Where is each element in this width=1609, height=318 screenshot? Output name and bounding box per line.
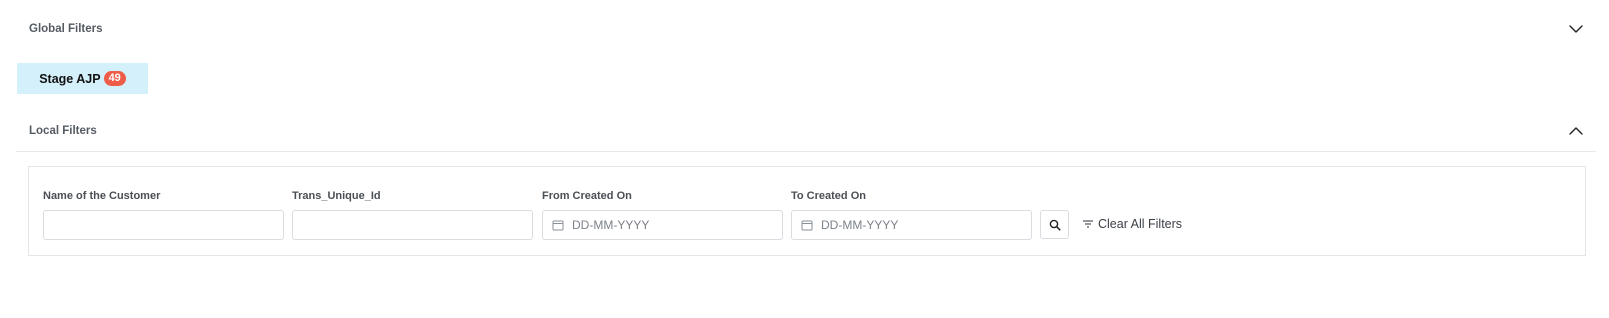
customer-name-input[interactable] — [53, 218, 274, 232]
to-created-on-input-box[interactable] — [791, 210, 1032, 240]
stage-chip[interactable]: Stage AJP 49 — [17, 63, 148, 94]
calendar-icon[interactable] — [801, 219, 813, 231]
customer-name-label: Name of the Customer — [43, 190, 161, 202]
section-divider — [16, 151, 1596, 152]
from-created-on-filter: From Created On — [542, 189, 783, 240]
customer-name-input-box[interactable] — [43, 210, 284, 240]
from-created-on-label: From Created On — [542, 190, 632, 202]
local-filters-title: Local Filters — [29, 125, 97, 137]
trans-unique-id-input-box[interactable] — [292, 210, 533, 240]
search-icon — [1049, 219, 1061, 231]
calendar-icon[interactable] — [552, 219, 564, 231]
from-created-on-input[interactable] — [572, 218, 773, 232]
trans-unique-id-input[interactable] — [302, 218, 523, 232]
local-filters-header[interactable]: Local Filters — [16, 116, 1596, 146]
chevron-up-icon[interactable] — [1568, 123, 1584, 139]
to-created-on-input[interactable] — [821, 218, 1022, 232]
from-created-on-input-box[interactable] — [542, 210, 783, 240]
clear-all-filters-button[interactable]: Clear All Filters — [1082, 215, 1182, 233]
search-button[interactable] — [1040, 210, 1069, 239]
chevron-down-icon[interactable] — [1568, 21, 1584, 37]
to-created-on-label: To Created On — [791, 190, 866, 202]
local-filters-panel: Name of the Customer Trans_Unique_Id Fro… — [28, 166, 1586, 256]
trans-unique-id-label: Trans_Unique_Id — [292, 190, 381, 202]
clear-all-filters-label: Clear All Filters — [1098, 217, 1183, 231]
stage-count-badge: 49 — [103, 71, 126, 86]
filters-page: Global Filters Stage AJP 49 Local Filter… — [0, 0, 1609, 318]
customer-name-filter: Name of the Customer — [43, 189, 284, 240]
filter-icon — [1082, 218, 1094, 230]
global-filters-title: Global Filters — [29, 23, 103, 35]
global-filters-header[interactable]: Global Filters — [16, 14, 1596, 44]
to-created-on-filter: To Created On — [791, 189, 1032, 240]
stage-chip-label: Stage AJP — [39, 71, 101, 86]
trans-unique-id-filter: Trans_Unique_Id — [292, 189, 533, 240]
